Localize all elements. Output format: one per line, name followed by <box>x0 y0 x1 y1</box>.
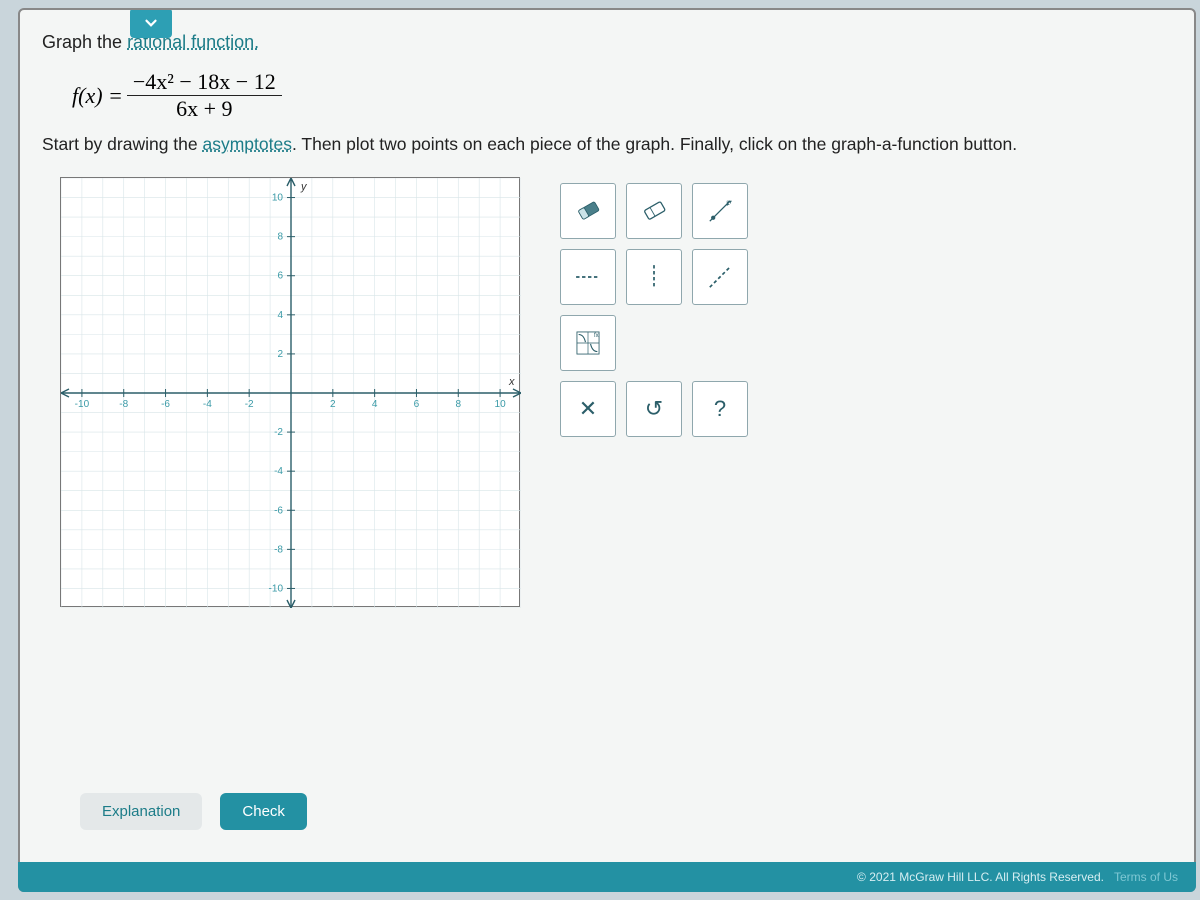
point-line-tool[interactable] <box>692 183 748 239</box>
svg-text:-4: -4 <box>274 466 283 477</box>
empty-slot <box>692 315 748 371</box>
prompt-line-2: Start by drawing the asymptotes. Then pl… <box>42 134 1172 155</box>
svg-text:10: 10 <box>495 399 507 410</box>
svg-text:4: 4 <box>372 399 378 410</box>
eraser-outline-tool[interactable] <box>626 183 682 239</box>
svg-text:8: 8 <box>277 232 283 243</box>
svg-text:-2: -2 <box>245 399 254 410</box>
svg-text:10: 10 <box>272 193 284 204</box>
horizontal-asymptote-tool[interactable] <box>560 249 616 305</box>
svg-text:-10: -10 <box>269 583 284 594</box>
svg-text:8: 8 <box>455 399 461 410</box>
equation-display: f(x) = −4x² − 18x − 12 6x + 9 <box>72 69 1172 122</box>
tool-palette: fx ✕ ↺ ? <box>560 183 748 437</box>
help-tool[interactable]: ? <box>692 381 748 437</box>
svg-text:2: 2 <box>277 349 283 360</box>
collapse-chevron[interactable] <box>130 8 172 38</box>
equation-lhs: f(x) = <box>72 83 123 109</box>
copyright-text: © 2021 McGraw Hill LLC. All Rights Reser… <box>857 870 1104 884</box>
empty-slot <box>626 315 682 371</box>
help-icon: ? <box>714 396 726 422</box>
coordinate-grid: -10 -8 -6 -4 -2 2 4 6 8 10 -10 -8 -6 -4 -2 2 4 6 8 10 y x <box>61 178 521 608</box>
svg-text:y: y <box>300 181 308 193</box>
reset-icon: ↺ <box>645 396 663 422</box>
footer-bar: © 2021 McGraw Hill LLC. All Rights Reser… <box>18 862 1196 892</box>
chevron-down-icon <box>142 14 160 32</box>
vertical-asymptote-tool[interactable] <box>626 249 682 305</box>
reset-tool[interactable]: ↺ <box>626 381 682 437</box>
equation-denominator: 6x + 9 <box>170 96 238 122</box>
svg-text:6: 6 <box>277 271 283 282</box>
svg-text:-4: -4 <box>203 399 212 410</box>
svg-text:4: 4 <box>277 310 283 321</box>
prompt-line-1: Graph the rational function. <box>42 32 1172 53</box>
svg-text:x: x <box>508 376 515 388</box>
svg-text:-6: -6 <box>274 505 283 516</box>
graph-function-tool[interactable]: fx <box>560 315 616 371</box>
check-button[interactable]: Check <box>220 793 307 830</box>
svg-text:2: 2 <box>330 399 336 410</box>
oblique-asymptote-tool[interactable] <box>692 249 748 305</box>
equation-numerator: −4x² − 18x − 12 <box>127 69 282 96</box>
explanation-button[interactable]: Explanation <box>80 793 202 830</box>
svg-text:-2: -2 <box>274 427 283 438</box>
svg-text:-8: -8 <box>274 544 283 555</box>
x-icon: ✕ <box>579 396 597 422</box>
svg-text:-6: -6 <box>161 399 170 410</box>
question-panel: Graph the rational function. f(x) = −4x²… <box>18 8 1196 892</box>
svg-text:-8: -8 <box>119 399 128 410</box>
eraser-fill-tool[interactable] <box>560 183 616 239</box>
terms-link[interactable]: Terms of Us <box>1114 870 1178 884</box>
prompt-intro: Graph the <box>42 32 127 52</box>
asymptotes-link[interactable]: asymptotes <box>203 134 292 154</box>
svg-text:-10: -10 <box>75 399 90 410</box>
svg-text:6: 6 <box>414 399 420 410</box>
clear-tool[interactable]: ✕ <box>560 381 616 437</box>
svg-text:fx: fx <box>594 333 599 339</box>
graph-canvas[interactable]: -10 -8 -6 -4 -2 2 4 6 8 10 -10 -8 -6 -4 -2 2 4 6 8 10 y x <box>60 177 520 607</box>
